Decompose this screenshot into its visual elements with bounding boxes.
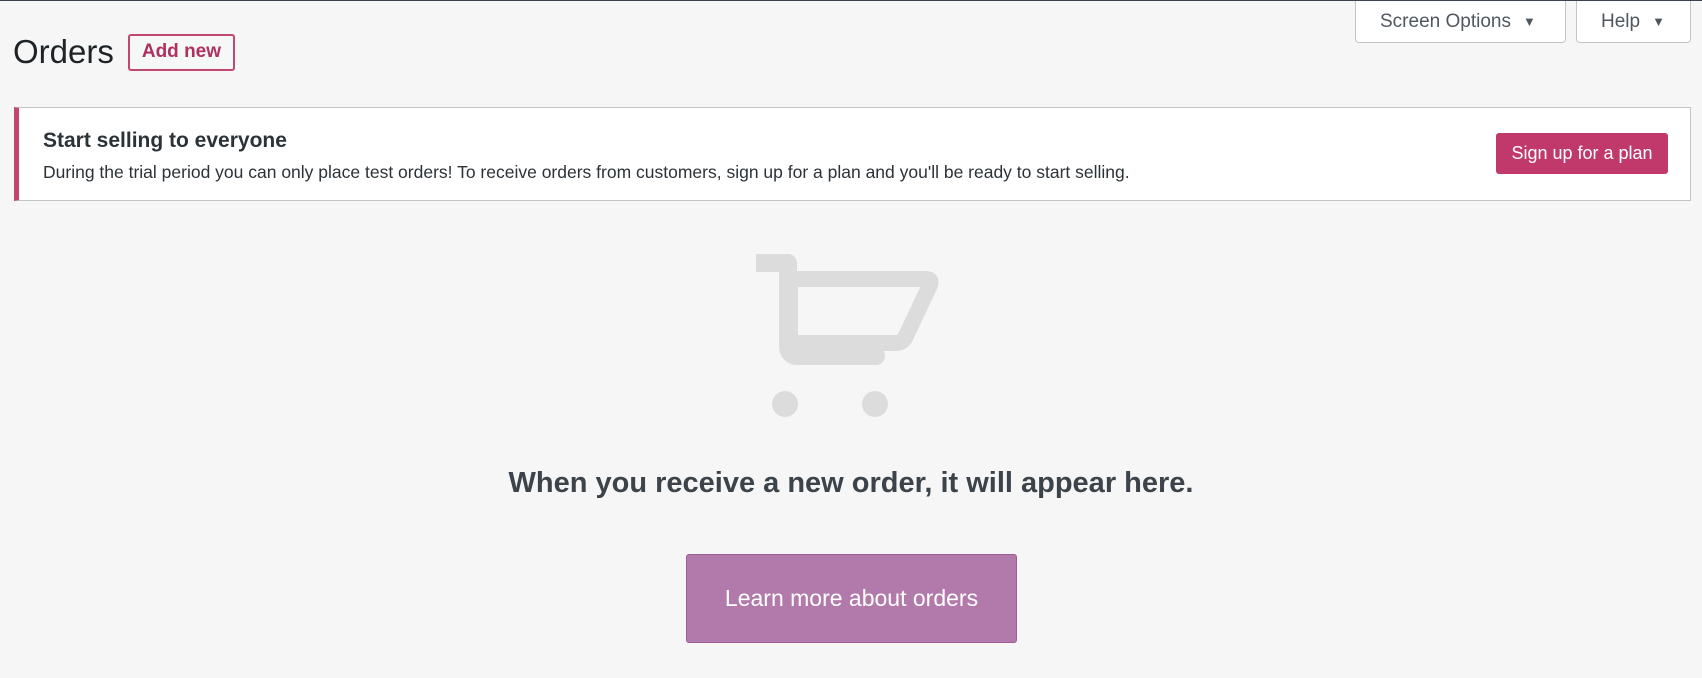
screen-options-label: Screen Options [1380, 10, 1511, 32]
screen-options-button[interactable]: Screen Options ▼ [1355, 1, 1566, 43]
empty-state: When you receive a new order, it will ap… [0, 251, 1702, 643]
learn-more-button[interactable]: Learn more about orders [686, 554, 1017, 643]
notice-title: Start selling to everyone [43, 129, 287, 152]
shopping-cart-icon [756, 254, 939, 417]
caret-down-icon: ▼ [1522, 14, 1536, 29]
page-title: Orders [13, 33, 114, 70]
help-button[interactable]: Help ▼ [1576, 1, 1691, 43]
screen-meta-links: Screen Options ▼ Help ▼ [1355, 1, 1691, 43]
help-label: Help [1601, 10, 1641, 32]
trial-notice: Start selling to everyone During the tri… [14, 107, 1691, 201]
notice-text: During the trial period you can only pla… [43, 162, 1130, 182]
add-new-button[interactable]: Add new [127, 33, 236, 71]
sign-up-button[interactable]: Sign up for a plan [1496, 133, 1668, 174]
page-heading: Orders Add new [13, 32, 236, 72]
empty-state-message: When you receive a new order, it will ap… [508, 467, 1194, 499]
caret-down-icon: ▼ [1652, 14, 1665, 29]
